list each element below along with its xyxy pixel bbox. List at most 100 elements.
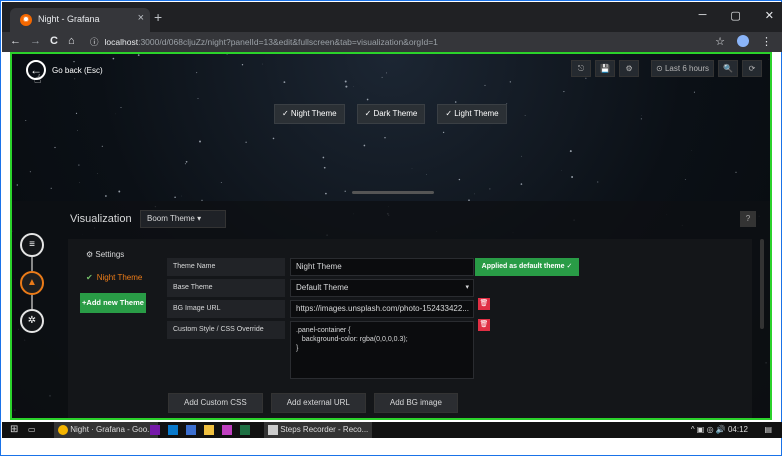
taskbar-steps-recorder-item[interactable]: Steps Recorder - Reco... xyxy=(264,422,373,438)
star xyxy=(105,195,107,197)
taskbar-steps-recorder-label: Steps Recorder - Reco... xyxy=(280,425,369,434)
star xyxy=(196,72,198,74)
star xyxy=(16,184,18,186)
window-controls: ─ ▢ ✕ xyxy=(699,9,774,22)
time-range-picker[interactable]: ⊙ Last 6 hours xyxy=(651,60,714,77)
star xyxy=(50,187,52,189)
add-buttons-row: Add Custom CSS Add external URL Add BG i… xyxy=(168,393,458,413)
star xyxy=(458,178,461,181)
chrome-menu-icon[interactable]: ⋮ xyxy=(761,35,772,48)
site-info-icon[interactable]: ⓘ xyxy=(90,37,99,47)
dark-theme-button[interactable]: ✓ Dark Theme xyxy=(356,104,426,124)
add-external-url-button[interactable]: Add external URL xyxy=(270,393,366,413)
share-icon[interactable]: ⎋ xyxy=(571,60,592,77)
star xyxy=(366,98,369,101)
vscode-icon[interactable] xyxy=(168,424,178,436)
star xyxy=(489,188,491,190)
app-icon[interactable] xyxy=(186,424,196,436)
add-new-theme-button[interactable]: +Add new Theme xyxy=(80,293,146,313)
base-theme-label: Base Theme xyxy=(167,279,285,297)
light-theme-button[interactable]: ✓ Light Theme xyxy=(437,104,507,124)
new-tab-button[interactable]: + xyxy=(154,10,162,24)
reload-icon[interactable]: C xyxy=(50,35,58,47)
star xyxy=(571,176,574,178)
visualization-tab-icon[interactable]: ▲ xyxy=(20,271,44,295)
star xyxy=(78,164,80,166)
star xyxy=(137,54,140,56)
theme-switcher: ✓ Night Theme ✓ Dark Theme ✓ Light Theme xyxy=(274,104,507,124)
star xyxy=(54,146,56,149)
help-button[interactable]: ? xyxy=(740,211,756,227)
tab-close-icon[interactable]: × xyxy=(138,12,144,24)
star xyxy=(386,72,387,74)
star xyxy=(597,181,599,183)
star xyxy=(120,107,122,108)
add-custom-css-button[interactable]: Add Custom CSS xyxy=(168,393,263,413)
address-bar[interactable]: ⓘ localhost:3000/d/068cljuZz/night?panelI… xyxy=(90,34,690,50)
panel-resize-handle[interactable] xyxy=(352,191,434,194)
bookmark-star-icon[interactable]: ☆ xyxy=(715,35,725,48)
delete-custom-style-icon[interactable]: 🗑 xyxy=(478,319,490,331)
excel-icon[interactable] xyxy=(240,424,250,436)
custom-css-textarea[interactable]: .panel-container { background-color: rgb… xyxy=(290,321,474,379)
toolbar-right: ☆ ⋮ xyxy=(715,35,772,48)
browser-tab[interactable]: ✹ Night - Grafana × xyxy=(10,8,150,32)
night-theme-option[interactable]: ✔ Night Theme xyxy=(86,273,142,282)
star xyxy=(524,115,526,116)
star xyxy=(474,193,475,195)
app-icon[interactable] xyxy=(222,424,232,436)
file-explorer-icon[interactable] xyxy=(204,424,214,436)
star xyxy=(79,182,80,183)
maximize-icon[interactable]: ▢ xyxy=(730,9,740,22)
url-host: localhost xyxy=(104,37,139,47)
minimize-icon[interactable]: ─ xyxy=(699,9,707,22)
night-theme-button[interactable]: ✓ Night Theme xyxy=(274,104,345,124)
screenshot-frame: ✹ Night - Grafana × + ─ ▢ ✕ ← → C ⌂ ⓘ loc… xyxy=(0,0,782,456)
editor-scrollbar[interactable] xyxy=(760,239,764,329)
settings-gear-icon[interactable]: ⚙ xyxy=(619,60,640,77)
star xyxy=(454,101,457,103)
star xyxy=(569,150,572,153)
bg-image-url-label: BG Image URL xyxy=(167,300,285,318)
profile-avatar[interactable] xyxy=(737,35,749,47)
star xyxy=(283,81,286,83)
close-window-icon[interactable]: ✕ xyxy=(765,9,774,22)
star xyxy=(185,160,188,163)
base-theme-select[interactable]: Default Theme ▾ xyxy=(290,279,474,297)
settings-option[interactable]: ⚙ Settings xyxy=(86,250,124,259)
taskbar-chrome-item[interactable]: Night · Grafana - Goo... xyxy=(54,422,158,438)
star xyxy=(25,120,27,121)
star xyxy=(197,97,199,99)
home-icon[interactable]: ⌂ xyxy=(68,35,75,47)
system-tray[interactable]: ^ ▣ ◎ 🔊 04:12 xyxy=(691,424,748,436)
visualization-picker[interactable]: Boom Theme ▾ xyxy=(140,210,226,228)
queries-tab-icon[interactable]: ≡ xyxy=(20,233,44,257)
star xyxy=(75,112,78,114)
star xyxy=(241,64,244,66)
zoom-out-icon[interactable]: 🔍 xyxy=(718,60,738,77)
theme-name-input[interactable]: Night Theme xyxy=(290,258,474,276)
back-icon[interactable]: ← xyxy=(10,35,21,47)
boom-theme-options: ⚙ Settings ✔ Night Theme +Add new Theme T… xyxy=(68,239,752,418)
refresh-icon[interactable]: ⟳ xyxy=(742,60,762,77)
star xyxy=(245,141,247,143)
steps-recorder-icon xyxy=(268,424,278,435)
forward-icon[interactable]: → xyxy=(30,35,41,47)
grafana-viewport: ← Go back (Esc) ☝ ⎋ 💾 ⚙ ⊙ Last 6 hours 🔍… xyxy=(10,52,772,420)
delete-bg-image-icon[interactable]: 🗑 xyxy=(478,298,490,310)
applied-default-theme-button[interactable]: Applied as default theme ✓ xyxy=(475,258,579,276)
star xyxy=(325,192,327,195)
windows-start-icon[interactable]: ⊞ xyxy=(10,424,18,436)
task-view-icon[interactable]: ▭ xyxy=(28,424,36,436)
mouse-cursor-icon: ☝ xyxy=(34,72,42,86)
general-settings-tab-icon[interactable]: ✲ xyxy=(20,309,44,333)
star xyxy=(520,155,522,157)
bg-image-url-input[interactable]: https://images.unsplash.com/photo-152433… xyxy=(290,300,474,318)
notifications-icon[interactable]: ▤ xyxy=(764,424,772,436)
onenote-icon[interactable] xyxy=(150,424,160,436)
save-icon[interactable]: 💾 xyxy=(595,60,616,77)
add-bg-image-button[interactable]: Add BG image xyxy=(373,393,458,413)
star xyxy=(381,76,383,78)
chrome-icon xyxy=(58,424,68,435)
star xyxy=(684,179,686,180)
